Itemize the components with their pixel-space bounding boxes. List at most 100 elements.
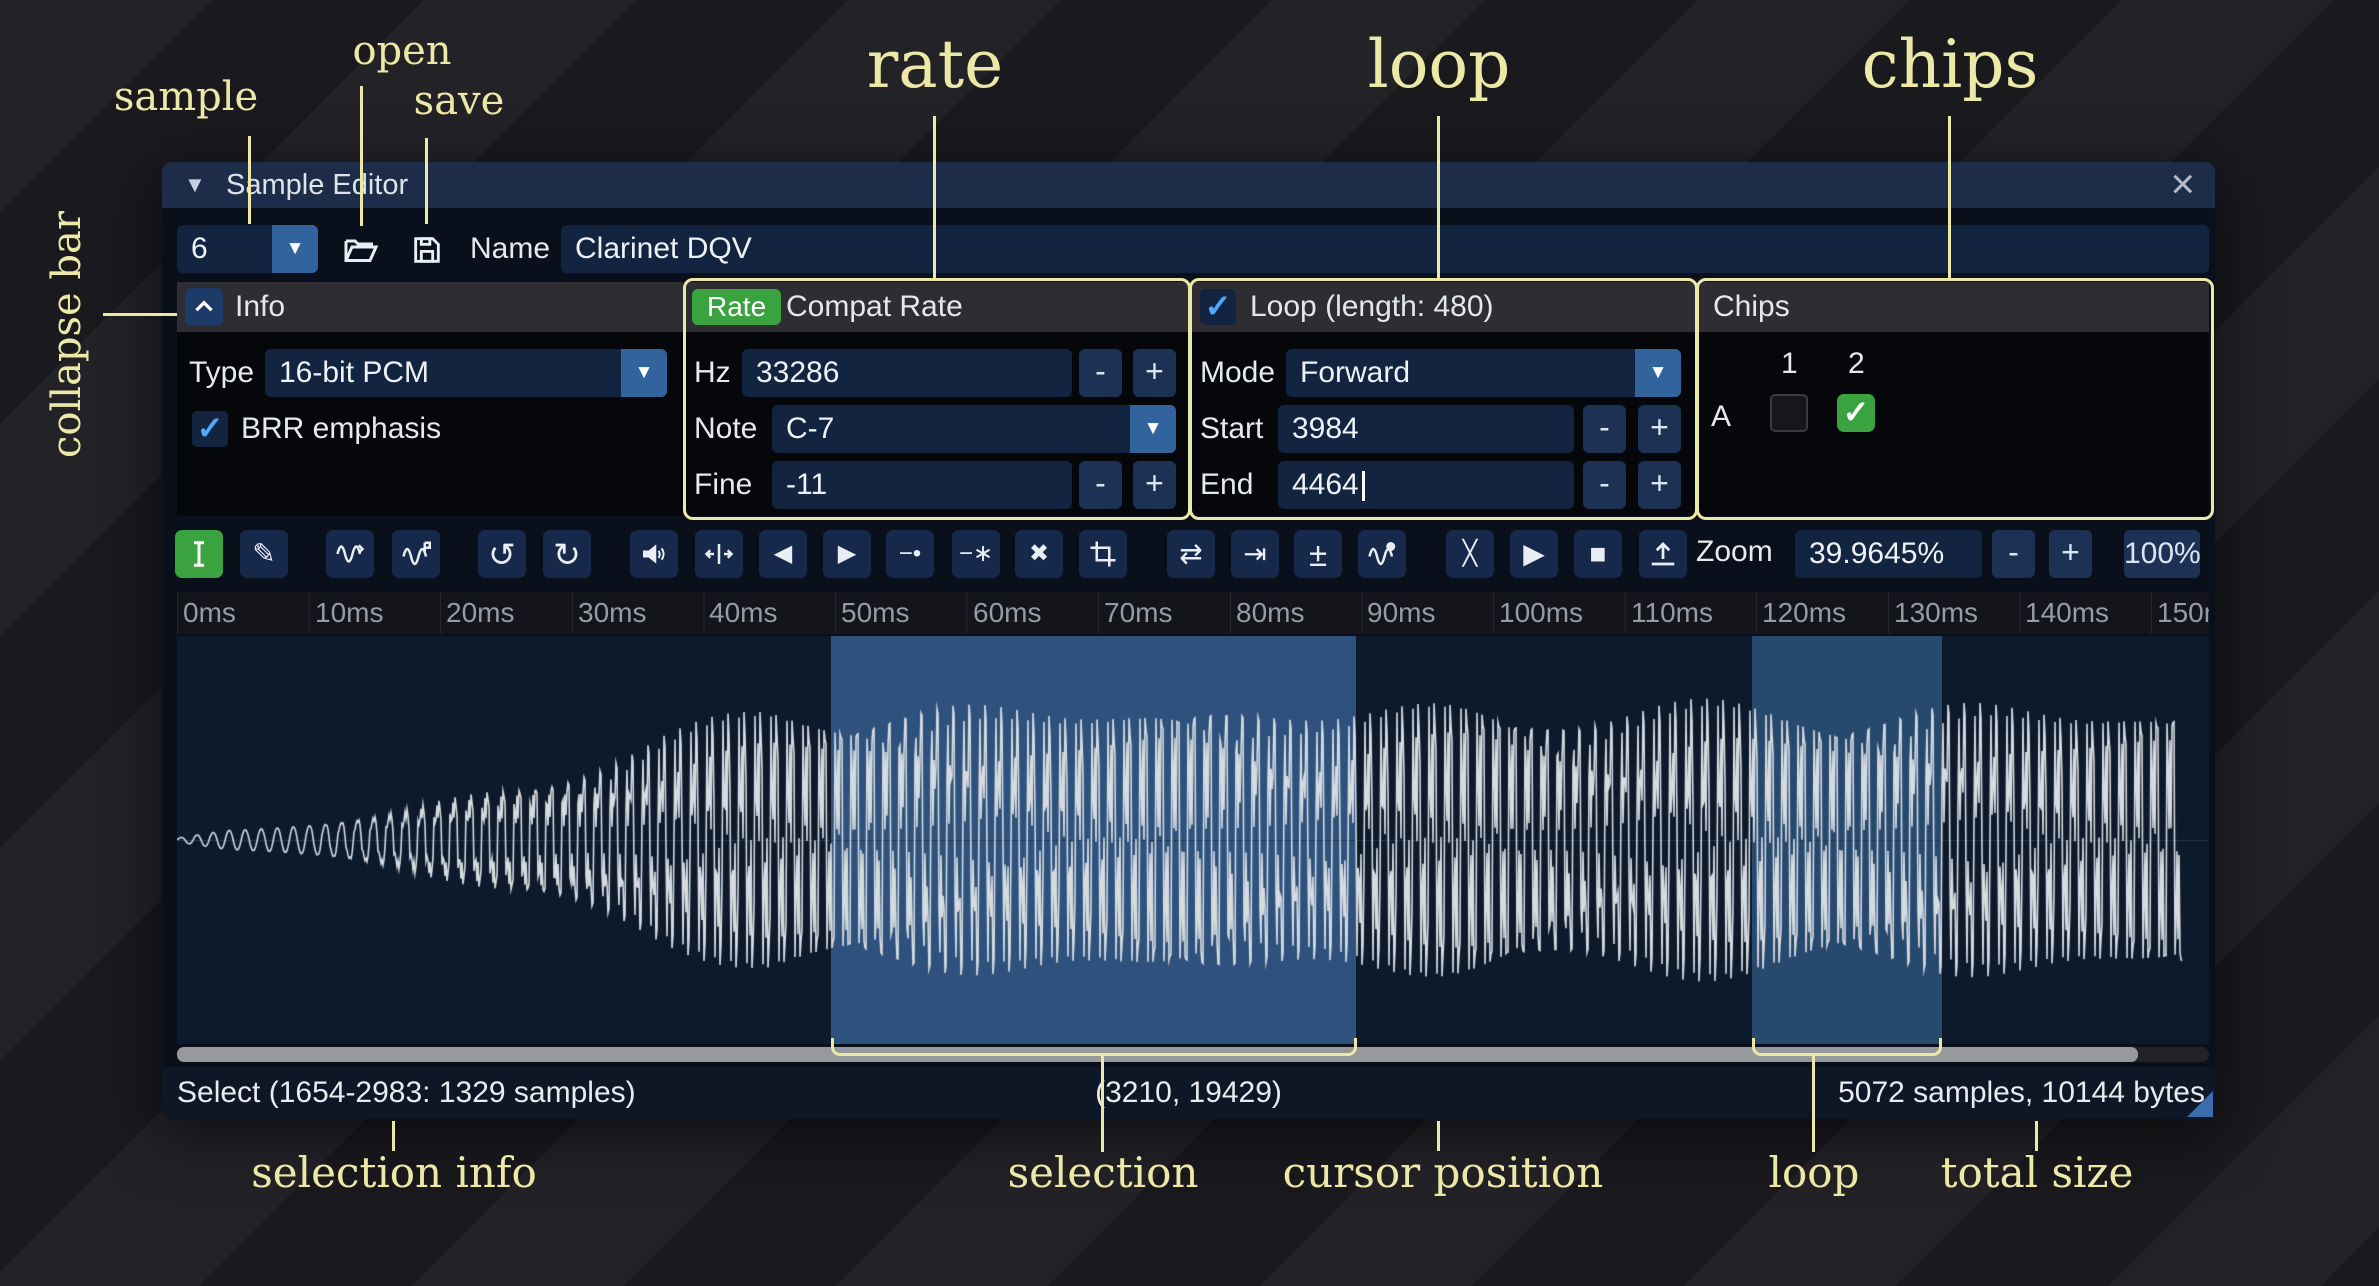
loop-mode-value: Forward xyxy=(1300,349,1410,397)
brr-emphasis-checkbox[interactable]: ✓ xyxy=(192,411,228,447)
loop-enabled-checkbox[interactable]: ✓ xyxy=(1200,289,1236,325)
note-select[interactable]: C-7 ▼ xyxy=(772,405,1176,453)
reverse-button[interactable]: ⇄ xyxy=(1167,530,1215,578)
scrollbar-thumb[interactable] xyxy=(177,1047,2138,1062)
annotation-line-collapse-bar xyxy=(103,313,177,316)
redo-button[interactable]: ↻ xyxy=(543,530,591,578)
create-instrument-button[interactable] xyxy=(1639,530,1687,578)
filter-button[interactable] xyxy=(1358,530,1406,578)
mode-label: Mode xyxy=(1200,349,1275,397)
status-bar: Select (1654-2983: 1329 samples) (3210, … xyxy=(162,1067,2215,1119)
annotation-chips: chips xyxy=(1862,26,2039,103)
hz-input[interactable]: 33286 xyxy=(742,349,1072,397)
name-label: Name xyxy=(470,225,550,273)
loop-start-input[interactable]: 3984 xyxy=(1278,405,1574,453)
tick-label: 10ms xyxy=(315,597,383,629)
dash-dot-icon: −• xyxy=(899,542,921,566)
cursor-position-text: (3210, 19429) xyxy=(1095,1067,1282,1119)
zoom-out-button[interactable]: - xyxy=(1992,530,2035,578)
zoom-reset-button[interactable]: 100% xyxy=(2124,530,2200,578)
loop-start-increment-button[interactable]: + xyxy=(1638,405,1681,453)
tick-label: 80ms xyxy=(1236,597,1304,629)
resample-button[interactable] xyxy=(392,530,440,578)
collapse-triangle-icon[interactable]: ▼ xyxy=(184,162,206,208)
zoom-input[interactable]: 39.9645% xyxy=(1795,530,1982,578)
invert-button[interactable]: ⇥ xyxy=(1231,530,1279,578)
collapse-info-button[interactable] xyxy=(185,288,223,326)
hz-decrement-button[interactable]: - xyxy=(1079,349,1122,397)
crossfade-button[interactable]: ╳ xyxy=(1446,530,1494,578)
waveform-display[interactable] xyxy=(177,636,2209,1044)
fine-decrement-button[interactable]: - xyxy=(1079,461,1122,509)
amplify-button[interactable] xyxy=(630,530,678,578)
sign-invert-button[interactable]: ± xyxy=(1294,530,1342,578)
annotation-line-selection-info xyxy=(392,1121,395,1151)
undo-button[interactable]: ↺ xyxy=(478,530,526,578)
tick-label: 40ms xyxy=(709,597,777,629)
window-titlebar[interactable]: ▼ Sample Editor × xyxy=(162,162,2215,208)
stop-preview-button[interactable]: ■ xyxy=(1574,530,1622,578)
rate-header: Rate Compat Rate xyxy=(686,282,1188,332)
chevron-down-icon[interactable]: ▼ xyxy=(621,349,667,397)
info-title: Info xyxy=(235,282,285,332)
rate-button[interactable]: Rate xyxy=(692,289,781,325)
zoom-in-button[interactable]: + xyxy=(2049,530,2092,578)
loop-mode-select[interactable]: Forward ▼ xyxy=(1286,349,1681,397)
fine-label: Fine xyxy=(694,461,752,509)
chips-title: Chips xyxy=(1713,282,1790,332)
preview-button[interactable]: ▶ xyxy=(1510,530,1558,578)
save-button[interactable] xyxy=(404,227,450,273)
insert-silence-button[interactable]: −• xyxy=(886,530,934,578)
waveform-canvas[interactable] xyxy=(177,636,2209,1044)
resize-grip[interactable] xyxy=(2187,1091,2213,1117)
loop-end-value: 4464 xyxy=(1292,468,1359,501)
fade-out-button[interactable]: ▶ xyxy=(823,530,871,578)
text-caret xyxy=(1362,471,1365,501)
annotation-selection-info: selection info xyxy=(251,1148,537,1197)
trim-button[interactable] xyxy=(1079,530,1127,578)
type-select[interactable]: 16-bit PCM ▼ xyxy=(265,349,667,397)
check-icon: ✓ xyxy=(197,410,224,446)
apply-silence-button[interactable]: −∗ xyxy=(952,530,1000,578)
tick-label: 120ms xyxy=(1762,597,1846,629)
normalize-button[interactable] xyxy=(695,530,743,578)
annotation-sample: sample xyxy=(114,74,258,120)
expand-horizontal-icon xyxy=(704,539,734,569)
loop-end-decrement-button[interactable]: - xyxy=(1583,461,1626,509)
chip-a1-checkbox[interactable] xyxy=(1770,394,1808,432)
fine-increment-button[interactable]: + xyxy=(1133,461,1176,509)
annotation-loop: loop xyxy=(1368,26,1511,103)
name-input[interactable]: Clarinet DQV xyxy=(561,225,2209,273)
draw-mode-button[interactable]: ✎ xyxy=(240,530,288,578)
crop-icon xyxy=(1088,539,1118,569)
chevron-down-icon[interactable]: ▼ xyxy=(1130,405,1176,453)
delete-button[interactable]: ✖ xyxy=(1015,530,1063,578)
resize-button[interactable] xyxy=(326,530,374,578)
loop-end-input[interactable]: 4464 xyxy=(1278,461,1574,509)
loop-start-decrement-button[interactable]: - xyxy=(1583,405,1626,453)
chevron-down-icon[interactable]: ▼ xyxy=(1635,349,1681,397)
annotation-open: open xyxy=(352,28,451,74)
zoom-label: Zoom xyxy=(1696,528,1773,576)
open-button[interactable] xyxy=(338,227,384,273)
chevron-down-icon[interactable]: ▼ xyxy=(272,225,318,273)
timeline-ruler[interactable]: 0ms 10ms 20ms 30ms 40ms 50ms 60ms 70ms 8… xyxy=(177,592,2209,634)
loop-end-increment-button[interactable]: + xyxy=(1638,461,1681,509)
annotation-save: save xyxy=(414,78,505,124)
wave-resize-icon xyxy=(335,539,365,569)
select-mode-button[interactable] xyxy=(175,530,223,578)
sample-number-select[interactable]: 6 ▼ xyxy=(177,225,318,273)
swap-arrows-icon: ⇄ xyxy=(1179,540,1202,568)
selection-info-text: Select (1654-2983: 1329 samples) xyxy=(177,1067,636,1119)
annotation-collapse-bar: collapse bar xyxy=(44,186,90,458)
hz-increment-button[interactable]: + xyxy=(1133,349,1176,397)
waveform-scrollbar[interactable] xyxy=(177,1047,2209,1062)
chips-header: Chips xyxy=(1699,282,2209,332)
triangle-right-icon: ▶ xyxy=(838,542,856,566)
close-icon[interactable]: × xyxy=(2170,162,2195,206)
chip-a2-checkbox[interactable]: ✓ xyxy=(1837,394,1875,432)
upload-icon xyxy=(1648,539,1678,569)
fine-input[interactable]: -11 xyxy=(772,461,1072,509)
tick-label: 50ms xyxy=(841,597,909,629)
fade-in-button[interactable]: ◀ xyxy=(759,530,807,578)
